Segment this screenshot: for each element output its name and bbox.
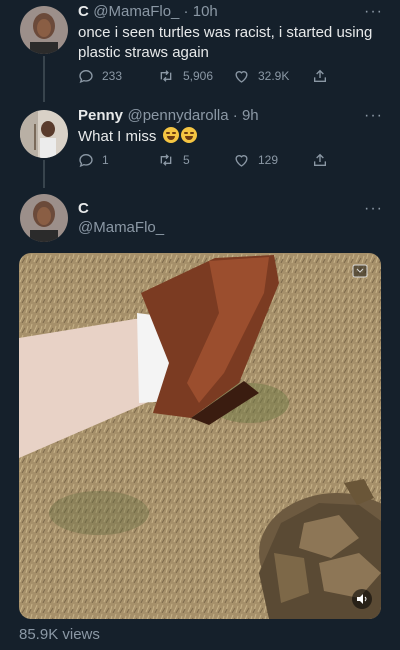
reply-button[interactable]: 233 (78, 68, 122, 84)
laughing-emoji-icon (180, 127, 197, 143)
retweet-button[interactable]: 5,906 (157, 68, 213, 84)
more-options-icon[interactable]: ··· (364, 3, 383, 21)
thread-line (43, 56, 45, 102)
share-icon (314, 69, 326, 82)
like-button[interactable]: 129 (233, 152, 278, 168)
timestamp[interactable]: 9h (242, 107, 259, 124)
reply-count: 1 (102, 153, 109, 167)
user-handle[interactable]: @pennydarolla (127, 107, 228, 124)
like-icon (235, 155, 248, 167)
retweet-icon (160, 154, 172, 166)
tweet-header: C @MamaFlo_ · 10h (78, 3, 218, 21)
retweet-count: 5 (183, 153, 190, 167)
view-count: 85.9K views (19, 626, 100, 643)
volume-icon[interactable] (352, 589, 372, 609)
user-handle[interactable]: @MamaFlo_ (93, 3, 179, 20)
tweet-header: Penny @pennydarolla · 9h (78, 107, 259, 125)
share-button[interactable] (312, 152, 336, 168)
tweet-text-row: What I miss (78, 127, 197, 147)
user-handle[interactable]: @MamaFlo_ (78, 219, 164, 236)
like-icon (235, 71, 248, 83)
like-button[interactable]: 32.9K (233, 68, 289, 84)
laughing-emoji-icon (162, 127, 179, 143)
tweet-text: What I miss (78, 128, 157, 145)
share-button[interactable] (312, 68, 336, 84)
reply-count: 233 (102, 69, 123, 83)
fullscreen-icon[interactable] (352, 264, 368, 283)
retweet-icon (160, 70, 172, 82)
retweet-count: 5,906 (183, 69, 214, 83)
share-icon (314, 153, 326, 166)
video-frame (19, 253, 381, 619)
display-name[interactable]: Penny (78, 107, 123, 124)
like-count: 32.9K (258, 69, 290, 83)
display-name[interactable]: C (78, 3, 89, 20)
reply-icon (79, 153, 93, 168)
more-options-icon[interactable]: ··· (364, 200, 383, 218)
display-name[interactable]: C (78, 200, 89, 217)
tweet-text: once i seen turtles was racist, i starte… (78, 24, 373, 61)
timestamp[interactable]: 10h (193, 3, 218, 20)
dot-separator: · (179, 3, 193, 20)
avatar[interactable] (20, 194, 68, 242)
more-options-icon[interactable]: ··· (364, 107, 383, 125)
dot-separator: · (228, 107, 242, 124)
thread-line (43, 160, 45, 188)
reply-button[interactable]: 1 (78, 152, 109, 168)
retweet-button[interactable]: 5 (157, 152, 190, 168)
video-player[interactable] (19, 253, 381, 619)
avatar[interactable] (20, 6, 68, 54)
like-count: 129 (258, 153, 279, 167)
reply-icon (79, 69, 93, 84)
avatar[interactable] (20, 110, 68, 158)
